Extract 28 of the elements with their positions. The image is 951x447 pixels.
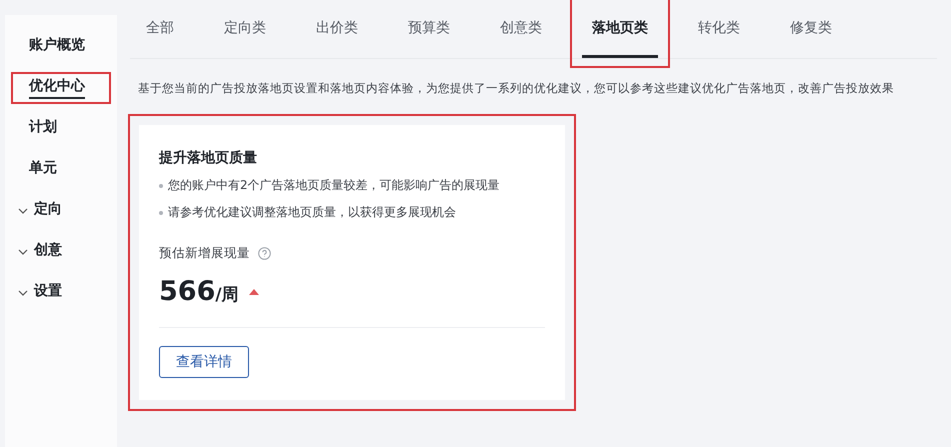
sidebar-item[interactable]: 单元 xyxy=(13,156,109,184)
tab[interactable]: 落地页类 xyxy=(582,0,658,58)
sidebar-item[interactable]: 计划 xyxy=(13,115,109,143)
card-title: 提升落地页质量 xyxy=(159,149,258,167)
sidebar-item[interactable]: 创意 xyxy=(13,238,109,266)
sidebar-item[interactable]: 优化中心 xyxy=(13,74,109,102)
view-details-button[interactable]: 查看详情 xyxy=(159,346,249,378)
tab[interactable]: 修复类 xyxy=(780,0,842,58)
sidebar-item[interactable]: 设置 xyxy=(13,279,109,307)
chevron-down-icon xyxy=(18,208,28,214)
bullet-text: 您的账户中有2个广告落地页质量较差，可能影响广告的展现量 xyxy=(168,177,500,194)
chevron-down-icon xyxy=(18,249,28,255)
tab[interactable]: 转化类 xyxy=(688,0,750,58)
sidebar-item[interactable]: 账户概览 xyxy=(13,33,109,61)
tab[interactable]: 出价类 xyxy=(306,0,368,58)
bullet-text: 请参考优化建议调整落地页质量，以获得更多展现机会 xyxy=(168,204,456,221)
tab[interactable]: 全部 xyxy=(136,0,184,58)
tab[interactable]: 预算类 xyxy=(398,0,460,58)
tab[interactable]: 创意类 xyxy=(490,0,552,58)
bullet-dot xyxy=(159,210,163,214)
help-icon[interactable] xyxy=(258,247,271,260)
sidebar-item[interactable]: 定向 xyxy=(13,197,109,225)
metric-label: 预估新增展现量 xyxy=(159,245,250,262)
metric-value: 566/周 xyxy=(159,276,239,307)
bullet-dot xyxy=(159,184,163,188)
chevron-down-icon xyxy=(18,290,28,296)
description-text: 基于您当前的广告投放落地页设置和落地页内容体验，为您提供了一系列的优化建议，您可以参考这些建议优化广告落地页，改善广告投放效果 xyxy=(138,81,895,96)
tab[interactable]: 定向类 xyxy=(214,0,276,58)
